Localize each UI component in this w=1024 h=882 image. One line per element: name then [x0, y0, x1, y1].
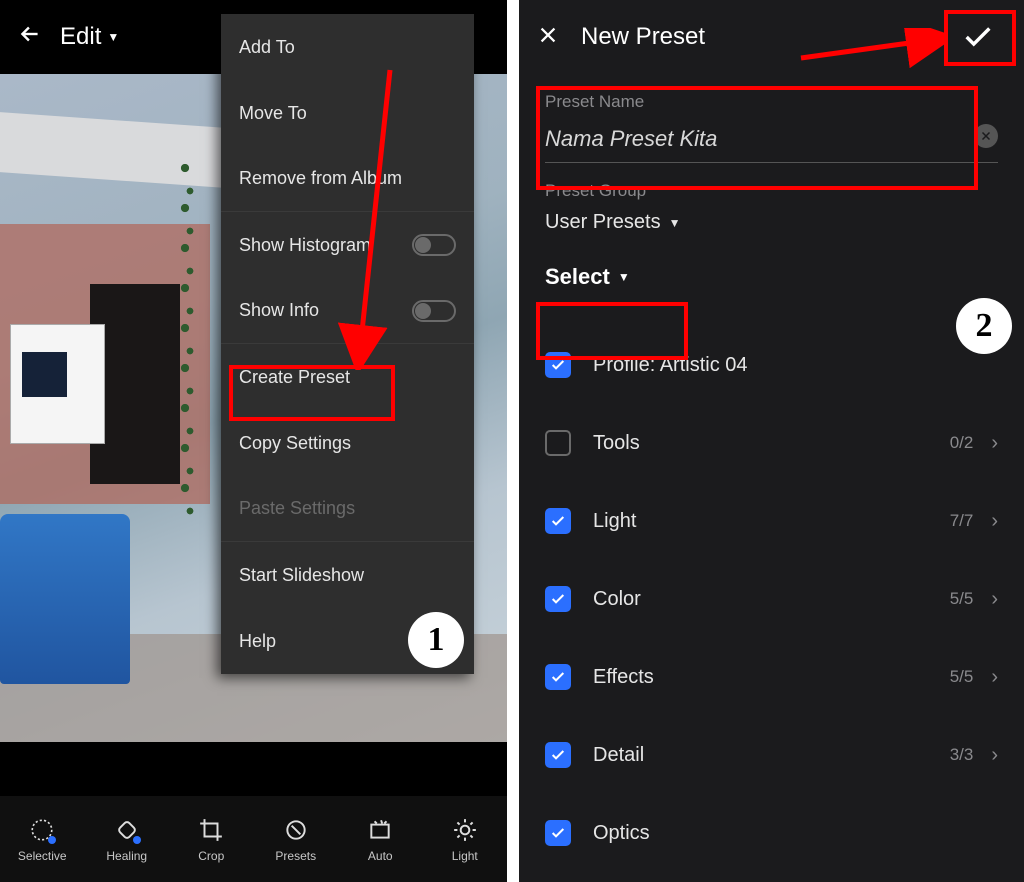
menu-label: Paste Settings — [239, 498, 355, 519]
row-label: Optics — [593, 822, 998, 845]
menu-label: Copy Settings — [239, 433, 351, 454]
histogram-toggle[interactable] — [412, 234, 456, 256]
checkbox-profile[interactable] — [545, 352, 571, 378]
tool-label: Auto — [368, 849, 393, 863]
clear-input-button[interactable] — [974, 124, 998, 148]
row-count: 3/3 — [950, 745, 974, 765]
row-label: Light — [593, 510, 950, 533]
menu-start-slideshow[interactable]: Start Slideshow — [221, 542, 474, 608]
select-label: Select — [545, 264, 610, 290]
edit-screen: Edit ▼ Add To Move To Remove from Album … — [0, 0, 507, 882]
row-label: Effects — [593, 666, 950, 689]
back-button[interactable] — [0, 21, 60, 54]
chevron-right-icon: › — [991, 666, 998, 689]
auto-icon — [365, 815, 395, 845]
select-dropdown[interactable]: Select ▼ — [545, 264, 998, 290]
selective-icon — [27, 815, 57, 845]
checkbox-effects[interactable] — [545, 664, 571, 690]
chevron-down-icon: ▼ — [669, 216, 681, 230]
menu-move-to[interactable]: Move To — [221, 80, 474, 146]
checkbox-detail[interactable] — [545, 742, 571, 768]
tool-crop[interactable]: Crop — [169, 796, 254, 882]
chevron-down-icon: ▼ — [107, 30, 119, 44]
menu-label: Help — [239, 631, 276, 652]
menu-remove-album[interactable]: Remove from Album — [221, 146, 474, 212]
row-label: Profile: Artistic 04 — [593, 354, 998, 377]
row-count: 7/7 — [950, 511, 974, 531]
new-preset-title: New Preset — [581, 23, 705, 51]
composite-screenshot: Edit ▼ Add To Move To Remove from Album … — [0, 0, 1024, 882]
menu-copy-settings[interactable]: Copy Settings — [221, 410, 474, 476]
row-optics[interactable]: Optics — [519, 794, 1024, 872]
bottom-toolbar: Selective Healing Crop Presets Auto Ligh… — [0, 796, 507, 882]
menu-label: Start Slideshow — [239, 565, 364, 586]
preset-name-input[interactable] — [545, 120, 998, 163]
chevron-right-icon: › — [991, 432, 998, 455]
crop-icon — [196, 815, 226, 845]
edit-dropdown[interactable]: Edit ▼ — [60, 23, 119, 51]
tool-healing[interactable]: Healing — [85, 796, 170, 882]
preset-name-section: Preset Name — [519, 92, 1024, 163]
tool-label: Presets — [275, 849, 316, 863]
menu-paste-settings: Paste Settings — [221, 476, 474, 542]
row-count: 5/5 — [950, 589, 974, 609]
tool-label: Selective — [18, 849, 67, 863]
tool-selective[interactable]: Selective — [0, 796, 85, 882]
tool-label: Crop — [198, 849, 224, 863]
menu-show-histogram[interactable]: Show Histogram — [221, 212, 474, 278]
right-header: New Preset — [519, 0, 1024, 74]
info-toggle[interactable] — [412, 300, 456, 322]
chevron-down-icon: ▼ — [618, 270, 630, 284]
menu-help[interactable]: Help — [221, 608, 474, 674]
row-detail[interactable]: Detail 3/3 › — [519, 716, 1024, 794]
row-label: Detail — [593, 744, 950, 767]
row-tools[interactable]: Tools 0/2 › — [519, 404, 1024, 482]
preset-name-label: Preset Name — [545, 92, 998, 112]
checkbox-light[interactable] — [545, 508, 571, 534]
preset-group-label: Preset Group — [545, 181, 998, 201]
preset-group-section: Preset Group User Presets ▼ Select ▼ — [519, 181, 1024, 290]
row-count: 5/5 — [950, 667, 974, 687]
row-light[interactable]: Light 7/7 › — [519, 482, 1024, 560]
chevron-right-icon: › — [991, 510, 998, 533]
tool-presets[interactable]: Presets — [254, 796, 339, 882]
menu-label: Add To — [239, 37, 295, 58]
row-effects[interactable]: Effects 5/5 › — [519, 638, 1024, 716]
checkbox-tools[interactable] — [545, 430, 571, 456]
chevron-right-icon: › — [991, 744, 998, 767]
checkbox-color[interactable] — [545, 586, 571, 612]
settings-list: Profile: Artistic 04 Tools 0/2 › Light 7… — [519, 326, 1024, 872]
confirm-button[interactable] — [950, 18, 1006, 56]
menu-add-to[interactable]: Add To — [221, 14, 474, 80]
presets-icon — [281, 815, 311, 845]
row-label: Color — [593, 588, 950, 611]
light-icon — [450, 815, 480, 845]
menu-show-info[interactable]: Show Info — [221, 278, 474, 344]
menu-label: Show Info — [239, 300, 319, 321]
menu-create-preset[interactable]: Create Preset — [221, 344, 474, 410]
tool-label: Light — [452, 849, 478, 863]
row-count: 0/2 — [950, 433, 974, 453]
checkbox-optics[interactable] — [545, 820, 571, 846]
chevron-right-icon: › — [991, 588, 998, 611]
tool-auto[interactable]: Auto — [338, 796, 423, 882]
healing-icon — [112, 815, 142, 845]
menu-label: Remove from Album — [239, 168, 402, 189]
row-label: Tools — [593, 432, 950, 455]
row-profile[interactable]: Profile: Artistic 04 — [519, 326, 1024, 404]
menu-label: Move To — [239, 103, 307, 124]
tool-label: Healing — [106, 849, 147, 863]
preset-group-dropdown[interactable]: User Presets ▼ — [545, 211, 998, 234]
context-menu: Add To Move To Remove from Album Show Hi… — [221, 14, 474, 674]
preset-group-value: User Presets — [545, 211, 661, 234]
edit-label: Edit — [60, 23, 101, 51]
menu-label: Show Histogram — [239, 235, 371, 256]
tool-light[interactable]: Light — [423, 796, 508, 882]
menu-label: Create Preset — [239, 367, 350, 388]
new-preset-screen: New Preset Preset Name Preset Group User… — [519, 0, 1024, 882]
close-button[interactable] — [537, 22, 581, 53]
row-color[interactable]: Color 5/5 › — [519, 560, 1024, 638]
